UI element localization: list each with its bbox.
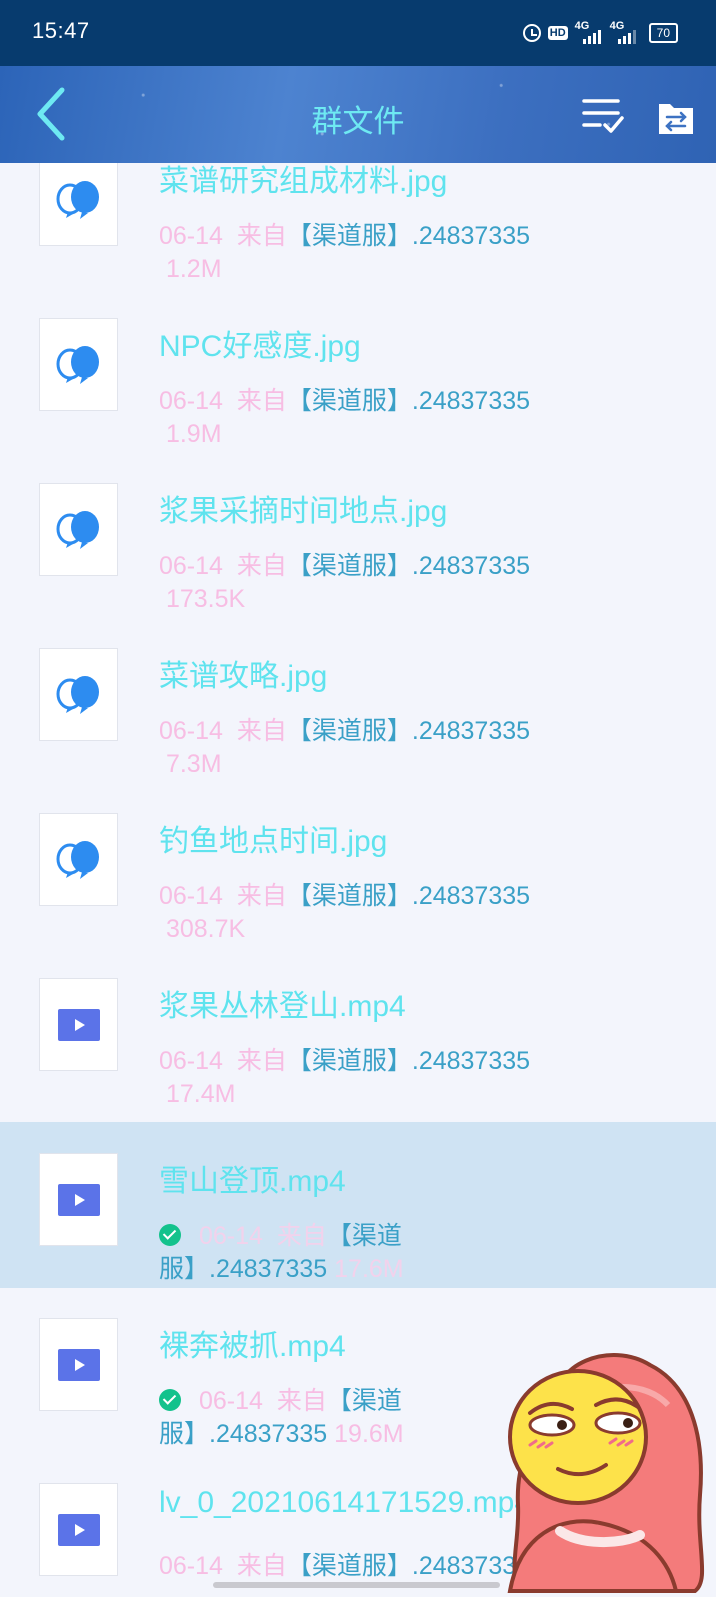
hd-voice-icon: HD (547, 26, 568, 40)
file-uploader: 【渠道服】.24837335 (286, 1552, 531, 1580)
file-name: lv_0_20210614171529.mp4 (159, 1486, 531, 1519)
signal-icon-2: 4G (610, 20, 638, 44)
file-size: 17.4M (165, 1080, 236, 1108)
file-from-label: 来自 (276, 1222, 327, 1250)
file-from-label: 来自 (276, 1387, 327, 1415)
file-from-label: 来自 (236, 1552, 287, 1580)
file-date: 06-14 (159, 1047, 223, 1075)
file-name: 裸奔被抓.mp4 (159, 1330, 346, 1363)
file-from-label: 来自 (236, 387, 287, 415)
file-row[interactable]: 钓鱼地点时间.jpg 06-14 来自【渠道服】.24837335 308.7K (0, 782, 716, 948)
file-meta: 06-14 来自【渠道服】.24837335 308.7K (159, 880, 589, 946)
file-size: 7.3M (165, 750, 222, 778)
downloaded-check-icon (159, 1389, 181, 1411)
file-name: 菜谱研究组成材料.jpg (159, 165, 448, 198)
status-icons: HD 4G 4G 70 (522, 20, 678, 46)
file-name: 菜谱攻略.jpg (159, 660, 328, 693)
file-meta: 06-14 来自【渠道服】.24837335 7.3M (159, 715, 589, 781)
file-from-label: 来自 (236, 222, 287, 250)
app-header: 群文件 (0, 66, 716, 163)
file-from-label: 来自 (236, 1047, 287, 1075)
file-thumbnail (39, 1153, 118, 1246)
file-from-label: 来自 (236, 882, 287, 910)
file-row[interactable]: NPC好感度.jpg 06-14 来自【渠道服】.24837335 1.9M (0, 287, 716, 453)
file-uploader: 【渠道服】.24837335 (286, 1047, 531, 1075)
file-uploader: 【渠道服】.24837335 (286, 552, 531, 580)
file-uploader: 【渠道服】.24837335 (286, 882, 531, 910)
status-bar: 15:47 HD 4G 4G 70 (0, 0, 716, 66)
file-size: 17.6M (334, 1255, 404, 1283)
qq-balloon-icon (56, 840, 99, 879)
qq-balloon-icon (56, 180, 99, 219)
file-date: 06-14 (159, 1552, 223, 1580)
qq-balloon-icon (56, 675, 99, 714)
file-meta: 06-14 来自【渠道服】.24837335 17.6M (159, 1220, 589, 1286)
file-name: 钓鱼地点时间.jpg (159, 825, 388, 858)
file-thumbnail (39, 1483, 118, 1576)
file-date: 06-14 (159, 222, 223, 250)
file-uploader: 【渠道服】.24837335 (286, 387, 531, 415)
file-thumbnail (39, 483, 118, 576)
file-uploader: 【渠道服】.24837335 (286, 222, 531, 250)
file-name: NPC好感度.jpg (159, 330, 361, 363)
file-date: 06-14 (159, 717, 223, 745)
file-name: 浆果采摘时间地点.jpg (159, 495, 448, 528)
file-row[interactable]: 菜谱攻略.jpg 06-14 来自【渠道服】.24837335 7.3M (0, 617, 716, 783)
battery-icon: 70 (648, 23, 678, 43)
status-time: 15:47 (32, 18, 90, 43)
file-meta: 06-14 来自【渠道服】.24837335 173.5K (159, 550, 589, 616)
home-indicator[interactable] (213, 1582, 500, 1588)
file-meta: 06-14 来自【渠道服】.24837335 1.9M (159, 385, 589, 451)
file-date: 06-14 (159, 387, 223, 415)
signal-icon-1: 4G (575, 20, 603, 44)
file-row[interactable]: 浆果丛林登山.mp4 06-14 来自【渠道服】.24837335 17.4M (0, 947, 716, 1113)
file-date: 06-14 (199, 1222, 263, 1250)
file-size: 308.7K (165, 915, 246, 943)
transfer-button[interactable] (656, 98, 696, 138)
transfer-icon (659, 104, 693, 134)
file-from-label: 来自 (236, 717, 287, 745)
file-thumbnail (39, 978, 118, 1071)
file-size: 173.5K (165, 585, 246, 613)
qq-balloon-icon (56, 510, 99, 549)
file-thumbnail (39, 1318, 118, 1411)
file-row[interactable]: 菜谱研究组成材料.jpg 06-14 来自【渠道服】.24837335 1.2M (0, 163, 716, 288)
file-thumbnail (39, 648, 118, 741)
file-uploader: 【渠道服】.24837335 (286, 717, 531, 745)
emoji-sticker-overlay[interactable] (500, 1345, 716, 1593)
file-row-selected[interactable]: 雪山登顶.mp4 06-14 来自【渠道服】.24837335 17.6M (0, 1122, 716, 1288)
qq-balloon-icon (56, 345, 99, 384)
file-date: 06-14 (159, 882, 223, 910)
file-date: 06-14 (199, 1387, 263, 1415)
file-name: 雪山登顶.mp4 (159, 1165, 346, 1198)
video-file-icon (57, 1008, 100, 1041)
multiselect-button[interactable] (582, 96, 626, 136)
file-meta: 06-14 来自【渠道服】.24837335 1.2M (159, 220, 589, 286)
file-size: 1.2M (165, 255, 222, 283)
file-meta: 06-14 来自【渠道服】.24837335 17.4M (159, 1045, 589, 1111)
list-check-icon (582, 99, 624, 133)
file-thumbnail (39, 813, 118, 906)
file-thumbnail (39, 318, 118, 411)
file-thumbnail (39, 163, 118, 246)
downloaded-check-icon (159, 1224, 181, 1246)
file-from-label: 来自 (236, 552, 287, 580)
file-row[interactable]: 浆果采摘时间地点.jpg 06-14 来自【渠道服】.24837335 173.… (0, 452, 716, 618)
file-name: 浆果丛林登山.mp4 (159, 990, 406, 1023)
video-file-icon (57, 1513, 100, 1546)
file-date: 06-14 (159, 552, 223, 580)
video-file-icon (57, 1183, 100, 1216)
smirking-emoji-sticker (507, 1353, 705, 1593)
alarm-icon (522, 24, 541, 42)
file-size: 19.6M (334, 1420, 404, 1448)
file-size: 1.9M (165, 420, 222, 448)
video-file-icon (57, 1348, 100, 1381)
